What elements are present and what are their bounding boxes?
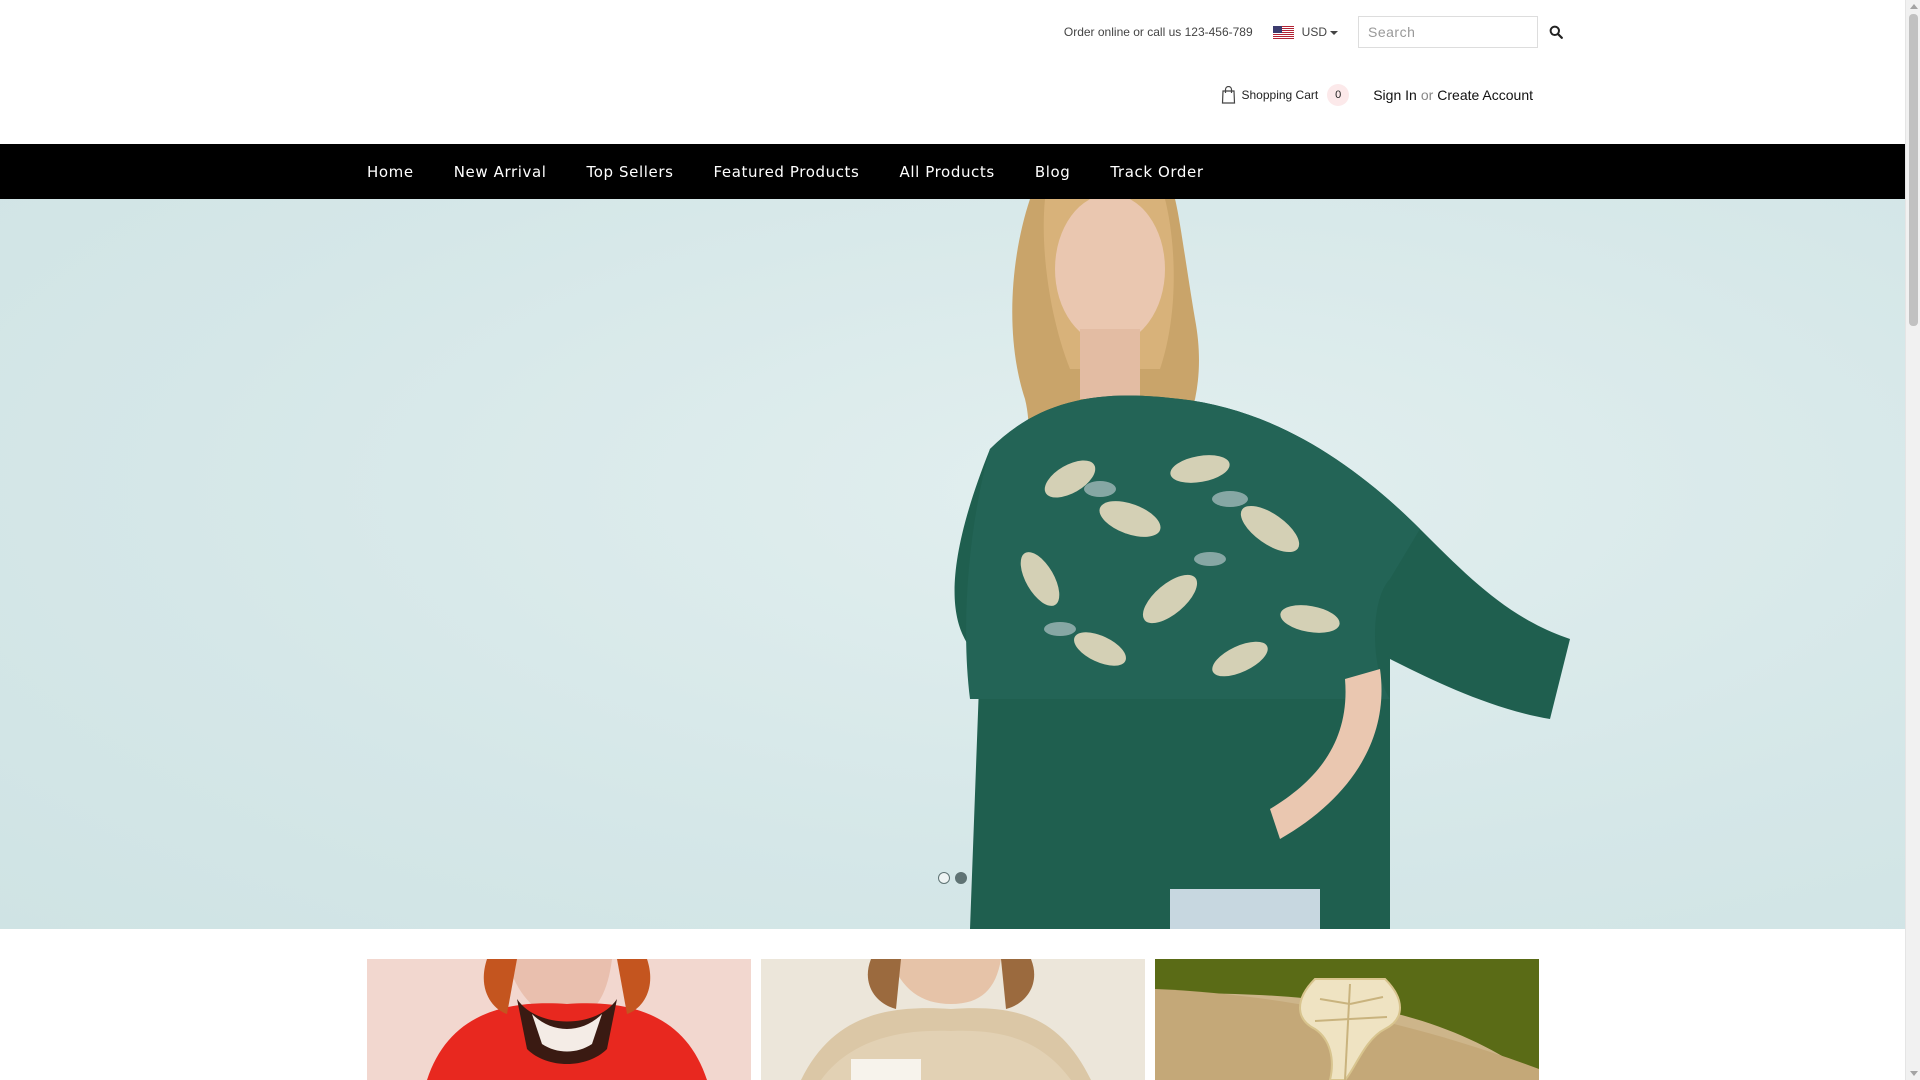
create-account-link[interactable]: Create Account: [1437, 87, 1533, 103]
shopping-bag-icon: [1221, 86, 1236, 104]
search-icon[interactable]: [1549, 17, 1563, 47]
shopping-cart-link[interactable]: Shopping Cart 0: [1221, 84, 1350, 106]
us-flag-icon: [1272, 25, 1294, 39]
scrollbar-thumb[interactable]: [1909, 14, 1918, 326]
shopping-cart-label: Shopping Cart: [1241, 88, 1319, 102]
auth-links: Sign In or Create Account: [1373, 87, 1533, 103]
nav-item-top-sellers[interactable]: Top Sellers: [587, 163, 674, 181]
slider-dot-2[interactable]: [955, 872, 967, 884]
knit-top-image: [761, 959, 1145, 1080]
contact-text: Order online or call us 123-456-789: [1063, 25, 1253, 39]
slider-dots: [938, 872, 967, 884]
red-top-tile[interactable]: [367, 959, 751, 1080]
cart-count-badge: 0: [1327, 84, 1350, 106]
scroll-down-icon[interactable]: [1910, 1071, 1918, 1076]
nav-item-all-products[interactable]: All Products: [899, 163, 994, 181]
nav-item-blog[interactable]: Blog: [1035, 163, 1071, 181]
currency-selector[interactable]: USD: [1272, 25, 1338, 39]
site-header: Order online or call us 123-456-789 USD: [0, 0, 1905, 144]
search-input[interactable]: [1359, 17, 1549, 47]
leaf-earring-tile[interactable]: [1155, 959, 1539, 1080]
nav-item-featured-products[interactable]: Featured Products: [714, 163, 860, 181]
nav-list: Home New Arrival Top Sellers Featured Pr…: [367, 144, 1244, 199]
nav-item-track-order[interactable]: Track Order: [1110, 163, 1203, 181]
hero-slider[interactable]: [0, 199, 1905, 929]
knit-top-tile[interactable]: [761, 959, 1145, 1080]
leaf-earring-image: [1155, 959, 1539, 1080]
category-tiles: [367, 959, 1539, 1080]
page-scrollbar[interactable]: [1905, 0, 1920, 1080]
account-row: Shopping Cart 0 Sign In or Create Accoun…: [1221, 84, 1533, 106]
top-bar: Order online or call us 123-456-789 USD: [1063, 16, 1563, 48]
nav-item-new-arrival[interactable]: New Arrival: [454, 163, 547, 181]
hero-model-image: [954, 199, 1570, 929]
red-top-image: [367, 959, 751, 1080]
main-nav: Home New Arrival Top Sellers Featured Pr…: [0, 144, 1905, 199]
caret-down-icon: [1330, 30, 1338, 35]
nav-item-home[interactable]: Home: [367, 163, 414, 181]
scroll-up-icon[interactable]: [1910, 4, 1918, 9]
search-box: [1358, 16, 1563, 48]
or-text: or: [1420, 87, 1434, 103]
sign-in-link[interactable]: Sign In: [1373, 87, 1417, 103]
slider-dot-1[interactable]: [938, 872, 950, 884]
currency-label: USD: [1301, 25, 1327, 39]
